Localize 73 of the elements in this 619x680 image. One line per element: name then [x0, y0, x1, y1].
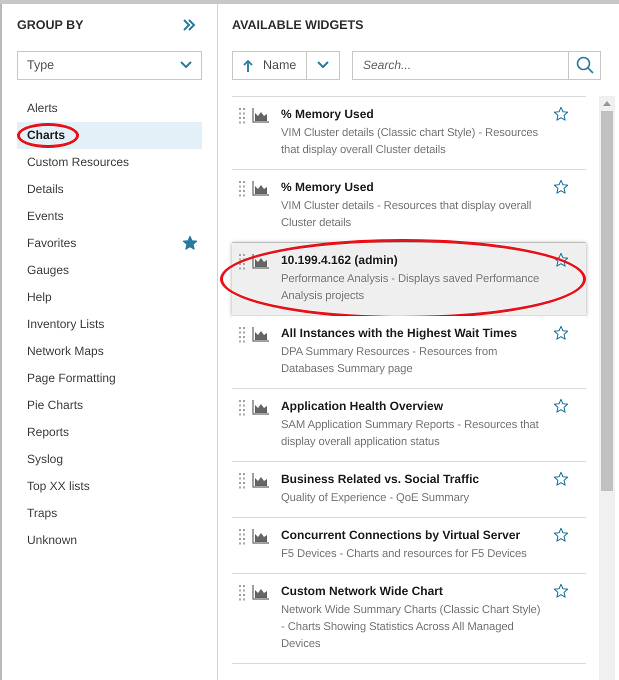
star-icon[interactable]	[553, 178, 569, 195]
chevron-down-icon	[180, 61, 192, 70]
widget-description: F5 Devices - Charts and resources for F5 Devices	[281, 546, 528, 562]
drag-handle-icon[interactable]	[239, 472, 245, 489]
drag-handle-icon[interactable]	[239, 180, 245, 197]
group-item[interactable]: Help	[17, 284, 202, 311]
star-icon[interactable]	[553, 252, 569, 268]
widget-item[interactable]: 10.199.4.162 (admin) Performance Analysis - Displays saved Performance Analysis projects	[232, 242, 586, 316]
widget-description: VIM Cluster details (Classic chart Style) - Resources that display overall Cluster details	[281, 126, 540, 158]
group-item[interactable]: Gauges	[17, 256, 202, 284]
widget-description: Performance Analysis - Displays saved Performance Analysis projects	[281, 272, 540, 304]
widget-title: % Memory Used	[281, 106, 375, 123]
group-item[interactable]: Network Maps	[17, 338, 202, 365]
search-icon	[576, 56, 594, 74]
group-item[interactable]: Reports	[17, 418, 202, 446]
widget-title: Custom Network Wide Chart	[281, 582, 444, 600]
group-item[interactable]: Pie Charts	[17, 392, 202, 419]
panel-title: AVAILABLE WIDGETS	[232, 17, 364, 34]
widget-item[interactable]: All Instances with the Highest Wait Times DPA Summary Resources - Resources from Databases Summary page	[232, 316, 586, 389]
area-chart-icon	[252, 326, 269, 342]
scroll-thumb[interactable]	[601, 110, 613, 491]
area-chart-icon	[252, 180, 269, 196]
widget-description: DPA Summary Resources - Resources from Databases Summary page	[281, 344, 498, 377]
area-chart-icon	[252, 254, 269, 269]
group-item[interactable]: Details	[17, 176, 202, 203]
area-chart-icon	[252, 528, 269, 544]
chevron-down-icon	[317, 61, 330, 70]
drag-handle-icon[interactable]	[239, 326, 245, 343]
widget-title: Application Health Overview	[281, 398, 444, 415]
widget-title: 10.199.4.162 (admin)	[281, 252, 399, 269]
star-icon[interactable]	[553, 582, 569, 599]
group-item[interactable]: Charts	[17, 122, 202, 149]
search-field[interactable]: Search...	[352, 50, 568, 80]
group-item[interactable]: Traps	[17, 500, 202, 527]
area-chart-icon	[252, 400, 269, 415]
widget-title: All Instances with the Highest Wait Times	[281, 324, 518, 342]
widget-title: Business Related vs. Social Traffic	[281, 470, 480, 488]
group-item[interactable]: Unknown	[17, 526, 202, 554]
star-icon[interactable]	[182, 235, 198, 252]
drag-handle-icon[interactable]	[239, 584, 245, 601]
drag-handle-icon[interactable]	[239, 108, 245, 124]
widget-description: VIM Cluster details - Resources that display overall Cluster details	[281, 198, 532, 231]
star-icon[interactable]	[553, 526, 569, 543]
group-item[interactable]: Syslog	[17, 446, 202, 473]
search-button[interactable]	[568, 50, 601, 80]
drag-handle-icon[interactable]	[239, 400, 245, 416]
group-item[interactable]: Page Formatting	[17, 364, 202, 392]
group-item[interactable]: Events	[17, 202, 202, 230]
area-chart-icon	[252, 584, 269, 600]
group-item[interactable]: Alerts	[17, 94, 202, 122]
star-icon[interactable]	[553, 470, 569, 487]
drag-handle-icon[interactable]	[239, 254, 245, 270]
widget-description: SAM Application Summary Reports - Resources that display overall application status	[281, 418, 540, 450]
group-item[interactable]: Custom Resources	[17, 148, 202, 176]
collapse-icon[interactable]	[182, 19, 196, 32]
widget-description: Quality of Experience - QoE Summary	[281, 490, 470, 506]
arrow-up-icon	[243, 58, 253, 72]
group-item[interactable]: Top XX lists	[17, 472, 202, 500]
type-dropdown[interactable]: Type	[17, 50, 202, 80]
area-chart-icon	[252, 108, 269, 123]
drag-handle-icon[interactable]	[239, 528, 245, 545]
area-chart-icon	[252, 472, 269, 488]
star-icon[interactable]	[553, 106, 569, 122]
widget-description: Network Wide Summary Charts (Classic Chart Style) - Charts Showing Statistics Across All Managed Devices	[281, 602, 542, 652]
widget-title: Concurrent Connections by Virtual Server	[281, 526, 522, 544]
scrollbar[interactable]	[599, 96, 615, 680]
star-icon[interactable]	[553, 324, 569, 341]
star-icon[interactable]	[553, 398, 569, 414]
group-item[interactable]: Favorites	[17, 230, 202, 257]
scroll-up-icon[interactable]	[603, 100, 611, 106]
panel-title: GROUP BY	[17, 17, 84, 34]
group-item[interactable]: Inventory Lists	[17, 310, 202, 338]
widget-title: % Memory Used	[281, 178, 375, 196]
